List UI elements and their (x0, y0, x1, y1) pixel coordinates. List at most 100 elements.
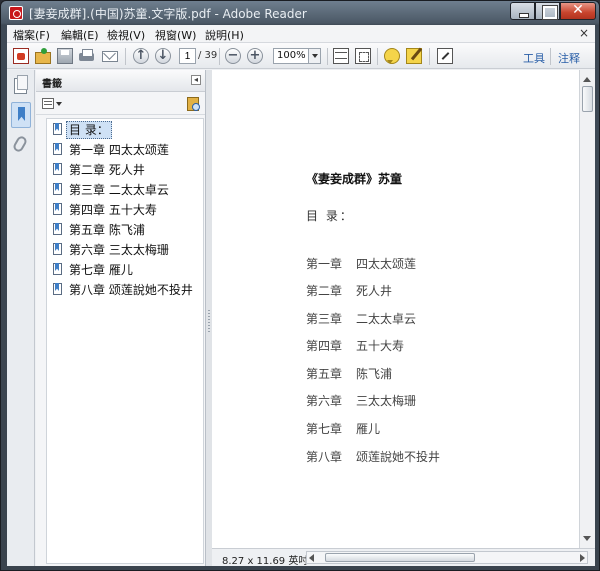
bookmark-item[interactable]: 第一章 四太太颂莲 (51, 141, 201, 159)
zoom-value: 100% (277, 50, 306, 61)
scroll-left-icon[interactable] (309, 554, 314, 562)
maximize-button[interactable] (535, 2, 560, 20)
bookmark-item[interactable]: 目 录： (51, 121, 201, 139)
bookmark-item[interactable]: 第四章 五十大寿 (51, 201, 201, 219)
bookmark-label: 第七章 雁儿 (69, 263, 133, 277)
fit-page-icon[interactable] (333, 48, 349, 64)
bookmark-item[interactable]: 第三章 二太太卓云 (51, 181, 201, 199)
scroll-down-icon[interactable] (583, 536, 591, 545)
bookmark-item[interactable]: 第六章 三太太梅珊 (51, 241, 201, 259)
toc-line[interactable]: 第五章 陈飞浦 (306, 365, 392, 382)
close-icon[interactable]: ◂ (191, 75, 201, 85)
comment-pane-button[interactable]: 注释 (558, 50, 580, 66)
vertical-scrollbar[interactable] (579, 70, 595, 548)
bookmark-icon (53, 223, 62, 235)
toc-chapter: 第六章 (306, 394, 343, 408)
toc-line[interactable]: 第二章 死人井 (306, 282, 392, 299)
scroll-right-icon[interactable] (580, 554, 585, 562)
bookmark-icon (53, 163, 62, 175)
page-thumbnails-icon[interactable] (14, 75, 28, 94)
zoom-in-icon[interactable]: + (247, 48, 263, 64)
bookmark-icon (53, 143, 62, 155)
toc-chapter-name: 五十大寿 (356, 339, 405, 353)
bookmark-label: 第一章 四太太颂莲 (69, 143, 169, 157)
toc-chapter-name: 陈飞浦 (356, 367, 393, 381)
page-size-label: 8.27 x 11.69 英吋 (222, 556, 309, 567)
bookmark-tree: 目 录： 第一章 四太太颂莲 第二章 死人井 第三章 二太太卓云 第四章 五十大 (46, 118, 204, 564)
title-bar[interactable]: [妻妾成群].(中国)苏童.文字版.pdf - Adobe Reader ✕ (1, 1, 599, 25)
minimize-button[interactable] (510, 2, 535, 20)
toc-chapter-name: 颂莲說她不投井 (356, 450, 441, 464)
bookmark-item[interactable]: 第五章 陈飞浦 (51, 221, 201, 239)
options-icon[interactable] (42, 98, 54, 109)
attachments-icon[interactable] (11, 134, 29, 154)
adobe-reader-icon (9, 6, 23, 20)
chevron-down-icon[interactable] (308, 49, 320, 63)
previous-page-icon[interactable]: ↑ (133, 48, 149, 64)
toc-line[interactable]: 第八章 颂莲說她不投井 (306, 448, 440, 465)
menu-file[interactable]: 檔案(F) (13, 27, 50, 43)
horizontal-scroll-thumb[interactable] (325, 553, 475, 562)
find-bookmark-icon[interactable] (187, 97, 200, 111)
toc-chapter-name: 四太太颂莲 (356, 257, 417, 271)
document-viewport[interactable]: 《妻妾成群》苏童 目 录： 第一章 四太太颂莲 第二章 死人井 第三章 二太太卓云 第… (212, 70, 595, 548)
bookmark-label: 目 录： (66, 121, 112, 139)
print-icon[interactable] (79, 48, 95, 64)
zoom-select[interactable]: 100% (273, 48, 321, 64)
create-pdf-icon[interactable] (13, 48, 29, 64)
menu-window[interactable]: 視窗(W) (155, 27, 196, 43)
bookmark-label: 第二章 死人井 (69, 163, 145, 177)
zoom-out-icon[interactable]: − (225, 48, 241, 64)
page-number-input[interactable] (179, 48, 196, 64)
close-window-button[interactable]: ✕ (560, 2, 596, 20)
app-window: [妻妾成群].(中国)苏童.文字版.pdf - Adobe Reader ✕ 檔… (0, 0, 600, 571)
open-icon[interactable] (35, 48, 51, 64)
close-icon: ✕ (572, 2, 584, 18)
toc-chapter-name: 雁儿 (356, 422, 381, 436)
bookmarks-panel: 書籤 ◂ 目 录： 第一章 四太太颂莲 第二章 死人井 第三章 二太太卓云 第四… (36, 70, 206, 566)
read-mode-icon[interactable] (437, 48, 453, 64)
menu-view[interactable]: 檢視(V) (107, 27, 145, 43)
horizontal-scrollbar[interactable] (306, 551, 588, 564)
email-icon[interactable] (102, 51, 118, 62)
scroll-up-icon[interactable] (583, 73, 591, 82)
bookmark-icon (53, 263, 62, 275)
bookmark-icon (53, 243, 62, 255)
page-total: / 39 (198, 50, 218, 61)
bookmarks-icon[interactable] (11, 102, 31, 128)
toolbar-separator (377, 48, 378, 65)
menu-bar: 檔案(F) 編輯(E) 檢視(V) 視窗(W) 說明(H) × (7, 25, 595, 43)
chevron-down-icon[interactable] (56, 102, 62, 109)
highlight-icon[interactable] (406, 48, 422, 64)
toolbar-separator (429, 48, 430, 65)
menu-edit[interactable]: 編輯(E) (61, 27, 99, 43)
close-document-icon[interactable]: × (579, 26, 589, 40)
toc-chapter: 第七章 (306, 422, 343, 436)
toc-line[interactable]: 第一章 四太太颂莲 (306, 255, 416, 272)
toc-chapter: 第一章 (306, 257, 343, 271)
bookmark-icon (53, 183, 62, 195)
fit-width-icon[interactable] (355, 48, 371, 64)
menu-help[interactable]: 說明(H) (205, 27, 244, 43)
vertical-scroll-thumb[interactable] (582, 86, 593, 112)
next-page-icon[interactable]: ↓ (155, 48, 171, 64)
tools-pane-button[interactable]: 工具 (523, 50, 545, 66)
bookmarks-panel-header: 書籤 ◂ (36, 70, 205, 92)
bookmark-label: 第四章 五十大寿 (69, 203, 157, 217)
status-bar: 8.27 x 11.69 英吋 (212, 548, 595, 567)
bookmark-label: 第三章 二太太卓云 (69, 183, 169, 197)
bookmark-item[interactable]: 第七章 雁儿 (51, 261, 201, 279)
document-title: 《妻妾成群》苏童 (306, 172, 403, 186)
bookmark-item[interactable]: 第二章 死人井 (51, 161, 201, 179)
toc-chapter: 第三章 (306, 312, 343, 326)
save-icon[interactable] (57, 48, 73, 64)
toc-line[interactable]: 第三章 二太太卓云 (306, 310, 416, 327)
bookmark-item[interactable]: 第八章 颂莲說她不投井 (51, 281, 201, 299)
toc-line[interactable]: 第七章 雁儿 (306, 420, 380, 437)
sticky-note-icon[interactable] (384, 48, 400, 64)
toc-chapter-name: 二太太卓云 (356, 312, 417, 326)
toc-line[interactable]: 第六章 三太太梅珊 (306, 392, 416, 409)
toc-line[interactable]: 第四章 五十大寿 (306, 337, 404, 354)
bookmark-icon (53, 203, 62, 215)
toc-chapter: 第五章 (306, 367, 343, 381)
